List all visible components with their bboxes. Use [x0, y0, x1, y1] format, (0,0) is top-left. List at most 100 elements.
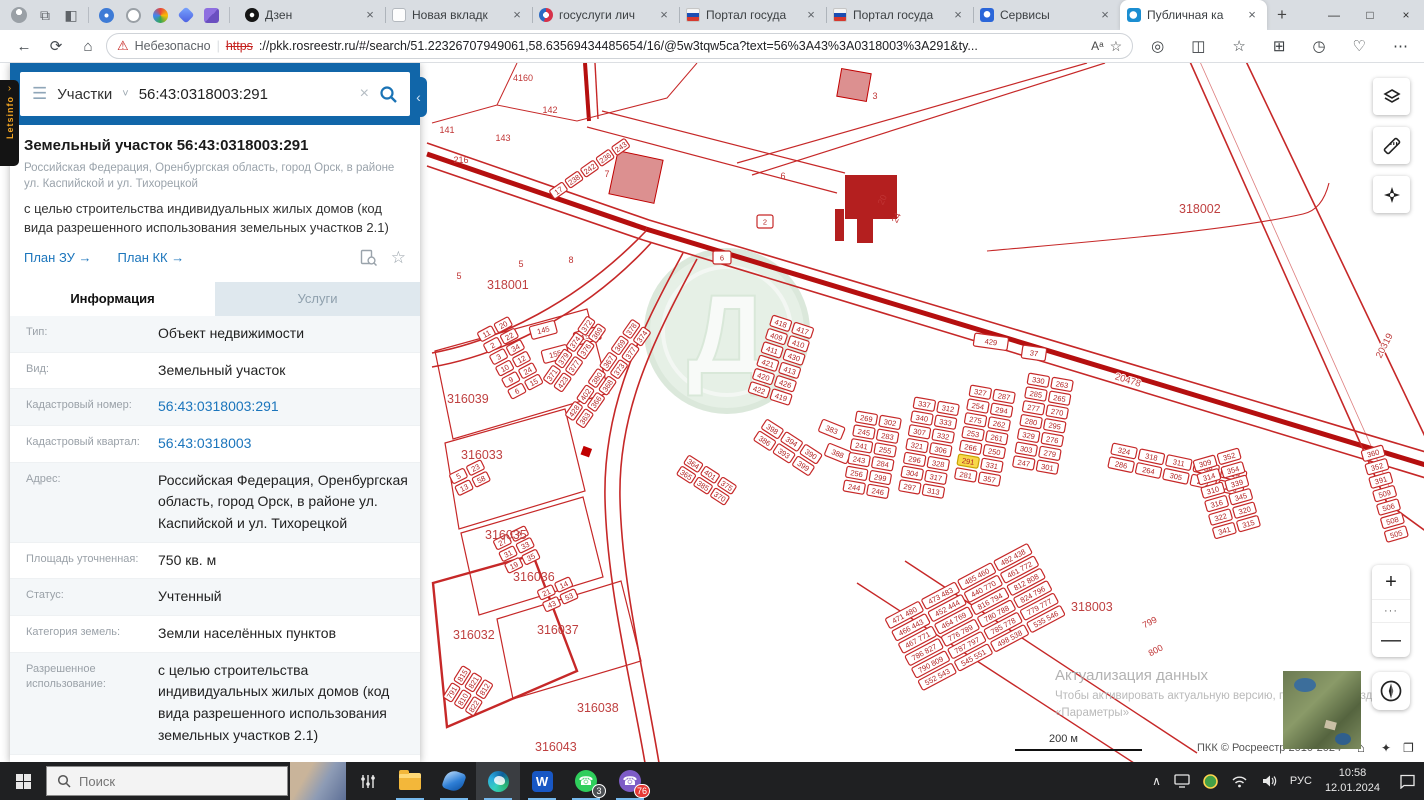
antivirus-tray-icon[interactable] [1203, 773, 1218, 789]
tab-close-icon[interactable]: × [656, 7, 672, 23]
tab-services[interactable]: Услуги [215, 282, 420, 316]
favorites-icon[interactable]: ☆ [1232, 37, 1245, 55]
browser-tab[interactable]: Дзен × [238, 0, 385, 30]
browser-tab[interactable]: Сервисы × [973, 0, 1120, 30]
home-button[interactable]: ⌂ [74, 32, 102, 60]
geolocation-button[interactable] [1372, 672, 1410, 710]
tab-favicon-dzen [245, 8, 259, 22]
search-input[interactable] [138, 85, 350, 103]
browser-tab[interactable]: Публичная ка × [1120, 0, 1267, 30]
tab-close-icon[interactable]: × [803, 7, 819, 23]
close-button[interactable]: × [1388, 0, 1424, 30]
news-widget-thumbnail[interactable] [290, 762, 346, 800]
language-indicator[interactable]: РУС [1290, 775, 1312, 787]
volume-icon[interactable] [1261, 774, 1277, 788]
clear-search-icon[interactable]: × [360, 85, 369, 103]
tab-close-icon[interactable]: × [1097, 7, 1113, 23]
tab-label: Сервисы [1000, 8, 1050, 22]
tab-close-icon[interactable]: × [1244, 7, 1260, 23]
workspaces-icon[interactable]: ⧉ [32, 2, 58, 28]
taskbar-app-viber[interactable]: ☎ 76 [608, 762, 652, 800]
history-icon[interactable]: ◷ [1312, 37, 1325, 55]
search-bar[interactable]: ☰ Участки ˅ × [20, 72, 410, 116]
quarter-label: 316033 [461, 448, 503, 462]
wifi-icon[interactable] [1231, 775, 1248, 788]
plan-zu-link[interactable]: План ЗУ → [24, 250, 92, 265]
parcel-number: 6 [720, 253, 724, 262]
document-search-icon[interactable] [360, 249, 377, 267]
taskbar-search-input[interactable] [79, 773, 239, 789]
pinned-extension-icon[interactable] [126, 7, 141, 23]
menu-icon[interactable]: ☰ [32, 84, 47, 104]
fullscreen-map-icon[interactable]: ❐ [1403, 741, 1414, 755]
browser-tab[interactable]: госуслуги лич × [532, 0, 679, 30]
parcel-number-label: 143 [495, 133, 510, 143]
security-warning-icon[interactable]: ⚠ [117, 38, 129, 54]
zoom-out-button[interactable]: — [1372, 623, 1410, 657]
tab-close-icon[interactable]: × [362, 7, 378, 23]
tab-close-icon[interactable]: × [950, 7, 966, 23]
chevron-down-icon[interactable]: ˅ [122, 88, 128, 100]
panel-collapse-button[interactable]: ‹ [410, 77, 427, 117]
collections-icon[interactable]: ⊞ [1273, 37, 1286, 55]
field-row: Адрес: Российская Федерация, Оренбургская… [10, 462, 420, 543]
start-button[interactable] [0, 762, 46, 800]
clock[interactable]: 10:58 12.01.2024 [1325, 766, 1380, 796]
field-value[interactable]: 56:43:0318003 [158, 426, 420, 462]
taskbar-app-photos[interactable] [432, 762, 476, 800]
browser-tab[interactable]: Портал госуда × [826, 0, 973, 30]
minimize-button[interactable]: — [1316, 0, 1352, 30]
browser-tab[interactable]: Новая вкладк × [385, 0, 532, 30]
field-label: Тип: [26, 325, 48, 338]
browser-tab[interactable]: Портал госуда × [679, 0, 826, 30]
letsinfo-extension-tab[interactable]: › Letsinfo [0, 80, 19, 166]
vertical-tabs-icon[interactable]: ◧ [58, 2, 84, 28]
url-text[interactable]: ://pkk.rosreestr.ru/#/search/51.22326707… [259, 39, 978, 53]
taskbar-app-word[interactable]: W [520, 762, 564, 800]
maximize-button[interactable]: □ [1352, 0, 1388, 30]
tray-date: 12.01.2024 [1324, 782, 1380, 794]
notification-center-button[interactable] [1390, 762, 1424, 800]
split-screen-icon[interactable]: ◫ [1191, 37, 1205, 55]
pinned-extension-icon[interactable] [177, 6, 195, 24]
task-view-button[interactable] [346, 762, 388, 800]
tab-information[interactable]: Информация [10, 281, 215, 316]
browser-essentials-icon[interactable]: ♡ [1353, 37, 1366, 55]
tab-favicon-gosblue [980, 8, 994, 22]
field-label: Статус: [26, 589, 64, 602]
basemap-thumbnail[interactable] [1283, 671, 1361, 749]
favorite-star-icon[interactable]: ☆ [391, 248, 406, 268]
taskbar-app-edge[interactable] [476, 762, 520, 800]
field-label: Форма собственности: [10, 755, 158, 763]
measure-button[interactable] [1373, 127, 1410, 164]
pinned-extension-icon[interactable] [204, 7, 219, 23]
search-icon[interactable] [379, 85, 398, 104]
more-menu-icon[interactable]: ⋯ [1393, 37, 1408, 55]
field-row: Кадастровый номер: 56:43:0318003:291 [10, 389, 420, 426]
back-button[interactable]: ← [10, 32, 38, 60]
pinned-extension-icon[interactable] [153, 7, 168, 23]
add-favorite-icon[interactable]: ☆ [1110, 38, 1123, 55]
new-tab-button[interactable]: + [1267, 5, 1297, 25]
pinned-extension-icon[interactable] [99, 7, 114, 23]
layers-button[interactable] [1373, 78, 1410, 115]
locate-object-button[interactable] [1373, 176, 1410, 213]
display-connect-icon[interactable] [1174, 774, 1190, 788]
read-aloud-icon[interactable]: Aᵃ [1091, 39, 1103, 53]
field-value[interactable]: 56:43:0318003:291 [158, 389, 420, 425]
taskbar-app-explorer[interactable] [388, 762, 432, 800]
address-bar[interactable]: ⚠ Небезопасно | https ://pkk.rosreestr.r… [106, 33, 1134, 59]
plan-kk-link[interactable]: План КК → [118, 250, 185, 265]
zoom-more-button[interactable]: ··· [1372, 599, 1410, 623]
taskbar-search[interactable] [46, 766, 288, 796]
tab-close-icon[interactable]: × [509, 7, 525, 23]
search-category[interactable]: Участки [57, 86, 112, 103]
refresh-button[interactable]: ⟳ [42, 32, 70, 60]
taskbar-app-whatsapp[interactable]: ☎ 3 [564, 762, 608, 800]
marker-map-icon[interactable]: ✦ [1381, 741, 1391, 755]
coupons-icon[interactable]: ◎ [1151, 37, 1164, 55]
tray-time: 10:58 [1338, 767, 1367, 780]
profile-avatar-icon[interactable] [11, 7, 27, 23]
tray-chevron-icon[interactable]: ∧ [1152, 774, 1161, 788]
zoom-in-button[interactable]: + [1372, 565, 1410, 599]
